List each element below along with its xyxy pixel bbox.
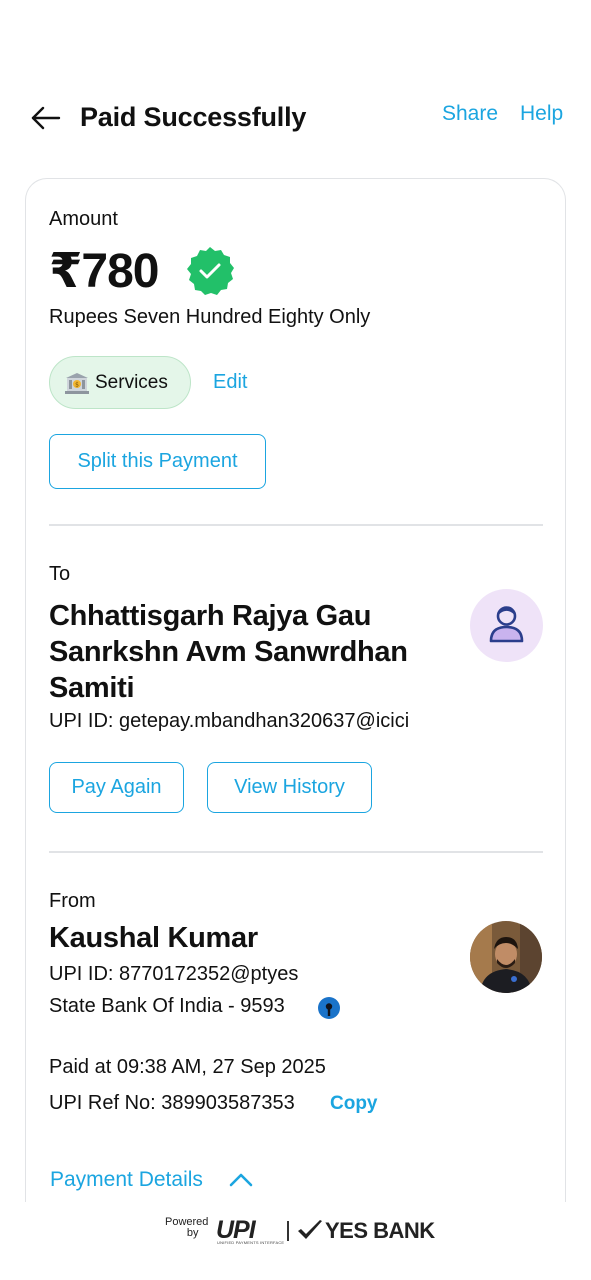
divider xyxy=(49,524,543,526)
edit-category-link[interactable]: Edit xyxy=(213,371,247,394)
amount-value-row: ₹780 xyxy=(49,243,159,299)
bank-building-icon: $ xyxy=(65,373,89,394)
copy-ref-button[interactable]: Copy xyxy=(330,1093,378,1115)
payee-upi-id: UPI ID: getepay.mbandhan320637@icici xyxy=(49,710,410,732)
payer-upi-id: UPI ID: 8770172352@ptyes xyxy=(49,963,299,985)
amount-in-words: Rupees Seven Hundred Eighty Only xyxy=(49,306,371,328)
sbi-logo-icon xyxy=(318,997,340,1019)
by-line: by xyxy=(186,1227,199,1239)
paid-at-timestamp: Paid at 09:38 AM, 27 Sep 2025 xyxy=(49,1056,326,1078)
amount-value: ₹780 xyxy=(49,245,159,298)
payer-name: Kaushal Kumar xyxy=(49,922,258,954)
profile-photo xyxy=(470,921,542,993)
top-bar: Paid Successfully Share Help xyxy=(0,96,591,140)
category-label: Services xyxy=(95,372,168,393)
payee-avatar xyxy=(470,589,543,662)
upi-logo-subtitle: UNIFIED PAYMENTS INTERFACE xyxy=(217,1240,285,1245)
pay-again-button[interactable]: Pay Again xyxy=(49,762,184,813)
page-title: Paid Successfully xyxy=(80,102,307,132)
share-link[interactable]: Share xyxy=(442,102,498,126)
chevron-up-icon[interactable] xyxy=(228,1169,254,1191)
help-link[interactable]: Help xyxy=(520,102,563,126)
svg-text:$: $ xyxy=(75,382,79,389)
logo-separator xyxy=(287,1221,289,1241)
category-chip[interactable]: $ Services xyxy=(49,356,191,409)
yes-bank-check-icon xyxy=(298,1220,322,1239)
verified-badge-icon xyxy=(187,247,234,295)
payee-name: Chhattisgarh Rajya Gau Sanrkshn Avm Sanw… xyxy=(49,600,408,704)
payment-details-toggle[interactable]: Payment Details xyxy=(50,1168,203,1192)
view-history-button[interactable]: View History xyxy=(207,762,372,813)
payer-avatar xyxy=(470,921,542,993)
footer-branding: Powered by UPI UNIFIED PAYMENTS INTERFAC… xyxy=(0,1202,591,1280)
person-icon xyxy=(489,606,524,643)
amount-label: Amount xyxy=(49,208,118,230)
divider xyxy=(49,851,543,853)
upi-ref-number: UPI Ref No: 389903587353 xyxy=(49,1092,295,1114)
back-arrow-icon[interactable] xyxy=(30,104,62,132)
yes-bank-logo: YES BANK xyxy=(325,1218,435,1243)
payer-bank-account: State Bank Of India - 9593 xyxy=(49,995,285,1017)
split-payment-button[interactable]: Split this Payment xyxy=(49,434,266,489)
to-label: To xyxy=(49,563,71,585)
from-label: From xyxy=(49,890,96,912)
powered-by-label: Powered by xyxy=(165,1217,208,1239)
